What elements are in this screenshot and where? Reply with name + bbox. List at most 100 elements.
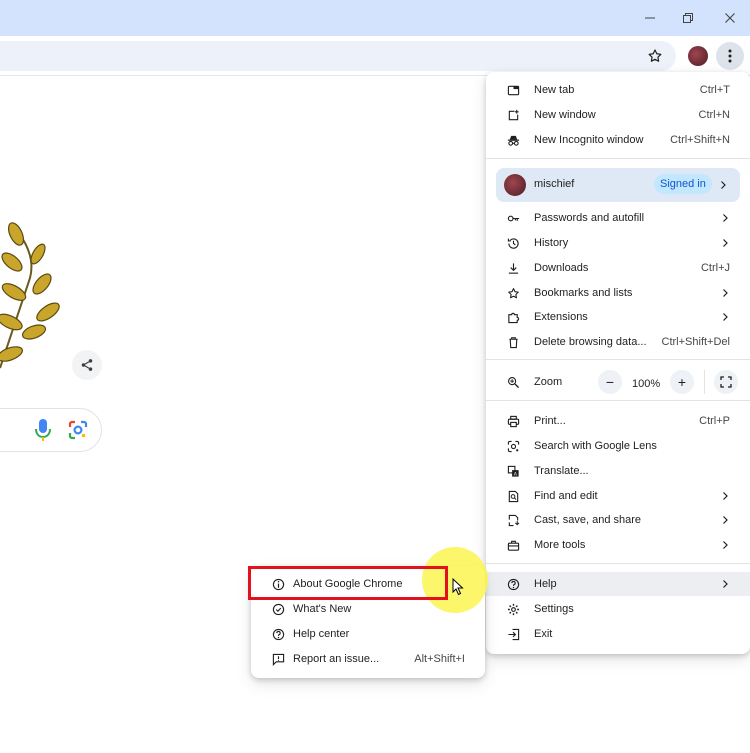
zoom-icon (506, 375, 520, 389)
cast-icon (506, 513, 520, 527)
menu-item-label: Cast, save, and share (534, 514, 642, 526)
menu-item-shortcut: Ctrl+N (698, 109, 730, 121)
zoom-out-button[interactable]: − (598, 370, 622, 394)
menu-item-new-window[interactable]: New window Ctrl+N (486, 103, 750, 127)
menu-item-settings[interactable]: Settings (486, 597, 750, 621)
chevron-right-icon (723, 516, 728, 524)
profile-avatar[interactable] (688, 46, 708, 66)
submenu-item-help-center[interactable]: Help center (251, 622, 485, 646)
menu-item-search-with-lens[interactable]: Search with Google Lens (486, 434, 750, 458)
menu-item-new-incognito-window[interactable]: New Incognito window Ctrl+Shift+N (486, 128, 750, 152)
menu-item-label: Bookmarks and lists (534, 287, 633, 299)
chrome-main-menu: New tab Ctrl+T New window Ctrl+N New Inc… (486, 72, 750, 654)
fullscreen-button[interactable] (714, 370, 738, 394)
menu-item-passwords[interactable]: Passwords and autofill (486, 206, 750, 230)
menu-item-label: Exit (534, 628, 553, 640)
chevron-right-icon (721, 181, 726, 189)
menu-item-print[interactable]: Print... Ctrl+P (486, 409, 750, 433)
chevron-right-icon (723, 580, 728, 588)
star-icon[interactable] (643, 44, 667, 68)
google-lens-icon[interactable] (68, 420, 88, 440)
menu-divider (486, 400, 750, 401)
menu-item-new-tab[interactable]: New tab Ctrl+T (486, 78, 750, 102)
menu-item-downloads[interactable]: Downloads Ctrl+J (486, 256, 750, 280)
key-icon (506, 211, 520, 225)
menu-item-label: Help (534, 578, 557, 590)
signed-in-badge: Signed in (654, 174, 712, 194)
translate-icon: A (506, 464, 520, 478)
share-button[interactable] (72, 350, 102, 380)
restore-icon[interactable] (668, 6, 708, 30)
zoom-level: 100% (632, 378, 661, 390)
trash-icon (506, 335, 520, 349)
menu-item-label: Zoom (534, 376, 563, 388)
new-tab-icon (506, 83, 520, 97)
mouse-pointer-icon (452, 578, 464, 596)
menu-item-label: What's New (293, 603, 352, 615)
menu-divider (486, 158, 750, 159)
menu-item-delete-browsing-data[interactable]: Delete browsing data... Ctrl+Shift+Del (486, 330, 750, 354)
profile-row[interactable]: mischief Signed in (496, 168, 740, 202)
menu-item-label: Search with Google Lens (534, 440, 657, 452)
find-icon (506, 489, 520, 503)
menu-item-shortcut: Alt+Shift+I (414, 653, 465, 665)
menu-item-shortcut: Ctrl+J (700, 262, 730, 274)
puzzle-icon (506, 310, 520, 324)
menu-item-label: More tools (534, 539, 586, 551)
menu-item-label: Report an issue... (293, 653, 380, 665)
menu-item-label: History (534, 237, 569, 249)
print-icon (506, 414, 520, 428)
toolbox-icon (506, 538, 520, 552)
profile-name: mischief (534, 178, 575, 190)
menu-item-label: New window (534, 109, 596, 121)
menu-item-cast-save-share[interactable]: Cast, save, and share (486, 508, 750, 532)
microphone-icon[interactable] (34, 418, 52, 442)
incognito-icon (506, 133, 520, 147)
menu-divider (486, 563, 750, 564)
menu-item-label: Downloads (534, 262, 589, 274)
menu-item-bookmarks[interactable]: Bookmarks and lists (486, 281, 750, 305)
new-window-icon (506, 108, 520, 122)
download-icon (506, 261, 520, 275)
chevron-right-icon (723, 239, 728, 247)
menu-item-label: Passwords and autofill (534, 212, 645, 224)
window-titlebar (0, 0, 750, 36)
menu-item-exit[interactable]: Exit (486, 622, 750, 646)
settings-icon (506, 602, 520, 616)
menu-item-more-tools[interactable]: More tools (486, 533, 750, 557)
menu-item-label: Extensions (534, 311, 588, 323)
submenu-item-report-issue[interactable]: Report an issue... Alt+Shift+I (251, 647, 485, 671)
menu-item-label: Help center (293, 628, 350, 640)
profile-avatar (504, 174, 526, 196)
chevron-right-icon (723, 214, 728, 222)
close-icon[interactable] (710, 6, 750, 30)
menu-item-find-and-edit[interactable]: Find and edit (486, 484, 750, 508)
browser-toolbar (0, 36, 750, 76)
zoom-divider (704, 370, 705, 394)
help-icon (271, 627, 285, 641)
menu-item-extensions[interactable]: Extensions (486, 305, 750, 329)
menu-item-label: Translate... (534, 465, 589, 477)
zoom-in-button[interactable]: + (670, 370, 694, 394)
menu-divider (486, 359, 750, 360)
annotation-highlight-box (248, 566, 448, 600)
address-bar[interactable] (0, 41, 676, 71)
menu-item-shortcut: Ctrl+P (699, 415, 730, 427)
doodle-leaves-image[interactable] (0, 218, 64, 370)
star-icon (506, 286, 520, 300)
fullscreen-icon (720, 376, 732, 388)
menu-item-shortcut: Ctrl+Shift+N (670, 134, 730, 146)
menu-item-translate[interactable]: A Translate... (486, 459, 750, 483)
menu-item-label: Find and edit (534, 490, 598, 502)
whats-new-icon (271, 602, 285, 616)
kebab-menu-icon[interactable] (716, 42, 744, 70)
menu-item-label: Delete browsing data... (534, 336, 647, 348)
menu-item-label: Settings (534, 603, 574, 615)
menu-item-help[interactable]: Help (486, 572, 750, 596)
chevron-right-icon (723, 313, 728, 321)
menu-item-history[interactable]: History (486, 231, 750, 255)
exit-icon (506, 627, 520, 641)
minimize-icon[interactable] (630, 6, 670, 30)
menu-item-shortcut: Ctrl+T (699, 84, 730, 96)
help-icon (506, 577, 520, 591)
